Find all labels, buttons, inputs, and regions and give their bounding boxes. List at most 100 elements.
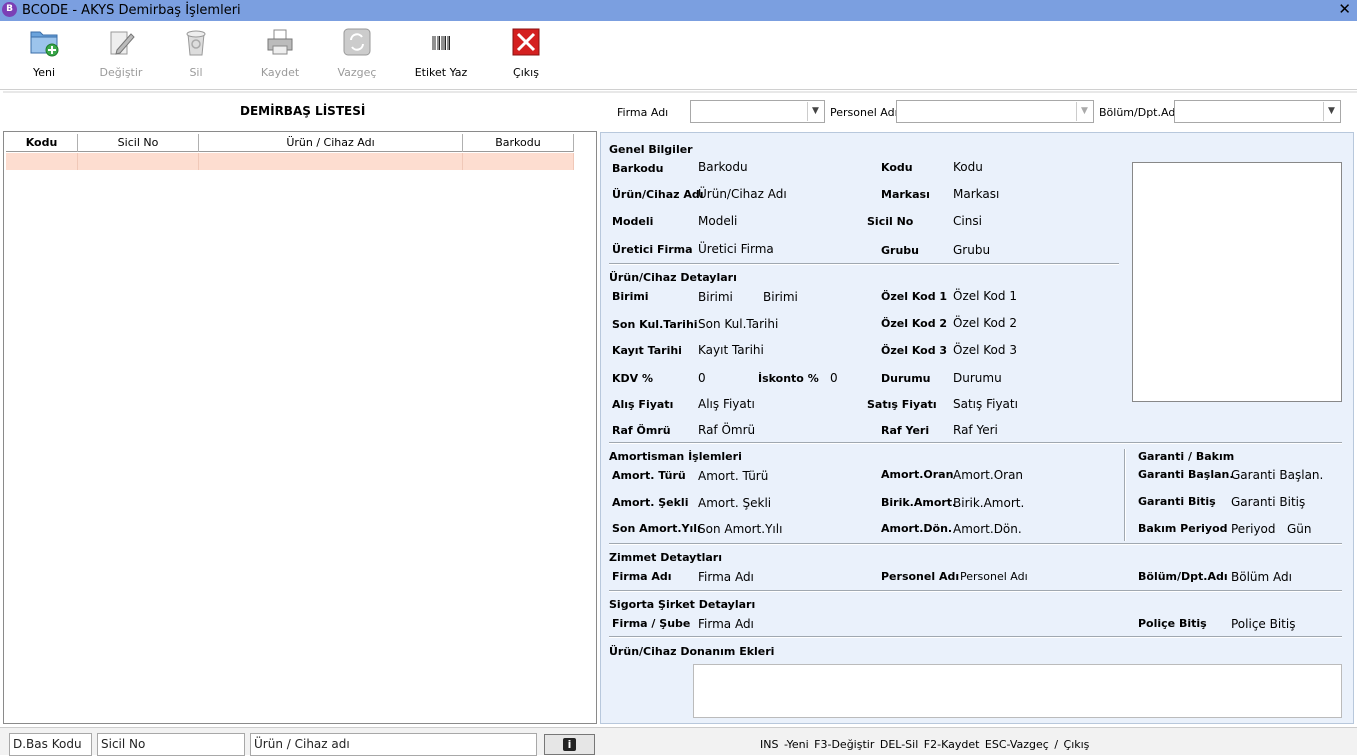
modeli-value[interactable]: Modeli [698, 214, 737, 228]
ozel-kod-2-value[interactable]: Özel Kod 2 [953, 316, 1017, 330]
markasi-value[interactable]: Markası [953, 187, 999, 201]
cancel-button[interactable]: Vazgeç [334, 26, 380, 86]
raf-yeri-value[interactable]: Raf Yeri [953, 423, 998, 437]
zimmet-personel-label: Personel Adı [881, 570, 960, 583]
zimmet-bolum-value[interactable]: Bölüm Adı [1231, 570, 1292, 584]
chevron-down-icon[interactable]: ▼ [1323, 102, 1339, 121]
refresh-icon [343, 28, 371, 56]
bakim-periyod-value[interactable]: Periyod [1231, 522, 1276, 536]
birimi-value[interactable]: Birimi [698, 290, 733, 304]
durumu-value[interactable]: Durumu [953, 371, 1002, 385]
table-cell[interactable] [6, 153, 78, 170]
zimmet-personel-value[interactable]: Personel Adı [960, 570, 1028, 583]
delete-button[interactable]: Sil [176, 26, 216, 86]
police-bitis-value[interactable]: Poliçe Bitiş [1231, 617, 1295, 631]
birimi-value-secondary[interactable]: Birimi [763, 290, 798, 304]
inventory-grid[interactable]: Kodu Sicil No Ürün / Cihaz Adı Barkodu [3, 131, 597, 724]
column-header-kodu[interactable]: Kodu [6, 134, 78, 152]
iskonto-value[interactable]: 0 [830, 371, 838, 385]
amort-don-label: Amort.Dön. [881, 522, 953, 535]
son-kul-tarihi-label: Son Kul.Tarihi [612, 318, 698, 331]
police-bitis-label: Poliçe Bitiş [1138, 617, 1207, 630]
sicil-value[interactable]: Cinsi [953, 214, 982, 228]
ozel-kod-1-value[interactable]: Özel Kod 1 [953, 289, 1017, 303]
new-button[interactable]: Yeni [22, 26, 66, 86]
amort-oran-label: Amort.Oran [881, 468, 954, 481]
raf-yeri-label: Raf Yeri [881, 424, 930, 437]
son-amort-yili-value[interactable]: Son Amort.Yılı [698, 522, 782, 536]
sigorta-firma-value[interactable]: Firma Adı [698, 617, 754, 631]
urun-adi-input[interactable]: Ürün / Cihaz adı [250, 733, 537, 756]
uretici-label: Üretici Firma [612, 243, 693, 256]
recycle-bin-icon [186, 30, 206, 56]
iskonto-label: İskonto % [758, 372, 819, 385]
satis-fiyati-value[interactable]: Satış Fiyatı [953, 397, 1018, 411]
sigorta-firma-label: Firma / Şube [612, 617, 691, 630]
barkodu-value[interactable]: Barkodu [698, 160, 748, 174]
amort-turu-value[interactable]: Amort. Türü [698, 469, 768, 483]
durumu-label: Durumu [881, 372, 931, 385]
divider [609, 590, 1342, 592]
garanti-bitis-value[interactable]: Garanti Bitiş [1231, 495, 1305, 509]
kdv-value[interactable]: 0 [698, 371, 706, 385]
urun-label: Ürün/Cihaz Adı [612, 188, 704, 201]
kodu-value[interactable]: Kodu [953, 160, 983, 174]
firma-filter-combo[interactable]: ▼ [690, 100, 825, 123]
garanti-bitis-label: Garanti Bitiş [1138, 495, 1216, 508]
save-button[interactable]: Kaydet [258, 26, 302, 86]
delete-button-label: Sil [189, 66, 203, 79]
alis-fiyati-value[interactable]: Alış Fiyatı [698, 397, 755, 411]
dbas-kodu-input[interactable]: D.Bas Kodu [9, 733, 92, 756]
sicil-no-input[interactable]: Sicil No [97, 733, 245, 756]
printer-save-icon [267, 29, 293, 55]
alis-fiyati-label: Alış Fiyatı [612, 398, 674, 411]
ozel-kod-3-value[interactable]: Özel Kod 3 [953, 343, 1017, 357]
personel-filter-combo[interactable]: ▼ [896, 100, 1094, 123]
edit-button[interactable]: Değiştir [98, 26, 144, 86]
exit-x-icon [512, 28, 540, 56]
modeli-label: Modeli [612, 215, 654, 228]
app-icon: B [2, 2, 17, 17]
table-cell[interactable] [199, 153, 463, 170]
garanti-baslan-value[interactable]: Garanti Başlan. [1231, 468, 1323, 482]
markasi-label: Markası [881, 188, 930, 201]
section-details: Ürün/Cihaz Detayları [609, 271, 737, 284]
grubu-value[interactable]: Grubu [953, 243, 990, 257]
column-header-sicil[interactable]: Sicil No [78, 134, 199, 152]
hardware-notes-field[interactable] [693, 664, 1342, 718]
divider [609, 442, 1342, 444]
close-icon[interactable]: ✕ [1338, 0, 1351, 19]
table-row[interactable] [6, 153, 574, 170]
section-general: Genel Bilgiler [609, 143, 693, 156]
print-label-button-label: Etiket Yaz [414, 66, 468, 79]
table-cell[interactable] [463, 153, 574, 170]
amort-don-value[interactable]: Amort.Dön. [953, 522, 1022, 536]
bottom-bar: D.Bas Kodu Sicil No Ürün / Cihaz adı i I… [0, 727, 1357, 756]
info-icon: i [563, 738, 576, 751]
chevron-down-icon[interactable]: ▼ [1076, 102, 1092, 121]
zimmet-firma-label: Firma Adı [612, 570, 672, 583]
section-warranty: Garanti / Bakım [1138, 450, 1235, 463]
chevron-down-icon[interactable]: ▼ [807, 102, 823, 121]
bolum-filter-combo[interactable]: ▼ [1174, 100, 1341, 123]
grid-header: Kodu Sicil No Ürün / Cihaz Adı Barkodu [6, 134, 574, 152]
window-titlebar: B BCODE - AKYS Demirbaş İşlemleri ✕ [0, 0, 1357, 21]
info-button[interactable]: i [544, 734, 595, 755]
table-cell[interactable] [78, 153, 199, 170]
amort-oran-value[interactable]: Amort.Oran [953, 468, 1023, 482]
urun-value[interactable]: Ürün/Cihaz Adı [698, 187, 787, 201]
birik-amort-value[interactable]: Birik.Amort. [953, 496, 1024, 510]
zimmet-firma-value[interactable]: Firma Adı [698, 570, 754, 584]
column-header-barkodu[interactable]: Barkodu [463, 134, 574, 152]
amort-sekli-value[interactable]: Amort. Şekli [698, 496, 771, 510]
print-label-button[interactable]: Etiket Yaz [412, 26, 470, 86]
uretici-value[interactable]: Üretici Firma [698, 242, 774, 256]
son-kul-tarihi-value[interactable]: Son Kul.Tarihi [698, 317, 778, 331]
exit-button[interactable]: Çıkış [506, 26, 546, 86]
raf-omru-value[interactable]: Raf Ömrü [698, 423, 755, 437]
product-image-box[interactable] [1132, 162, 1342, 402]
personel-filter-label: Personel Adı [830, 106, 898, 119]
kayit-tarihi-value[interactable]: Kayıt Tarihi [698, 343, 764, 357]
column-header-urun[interactable]: Ürün / Cihaz Adı [199, 134, 463, 152]
raf-omru-label: Raf Ömrü [612, 424, 671, 437]
